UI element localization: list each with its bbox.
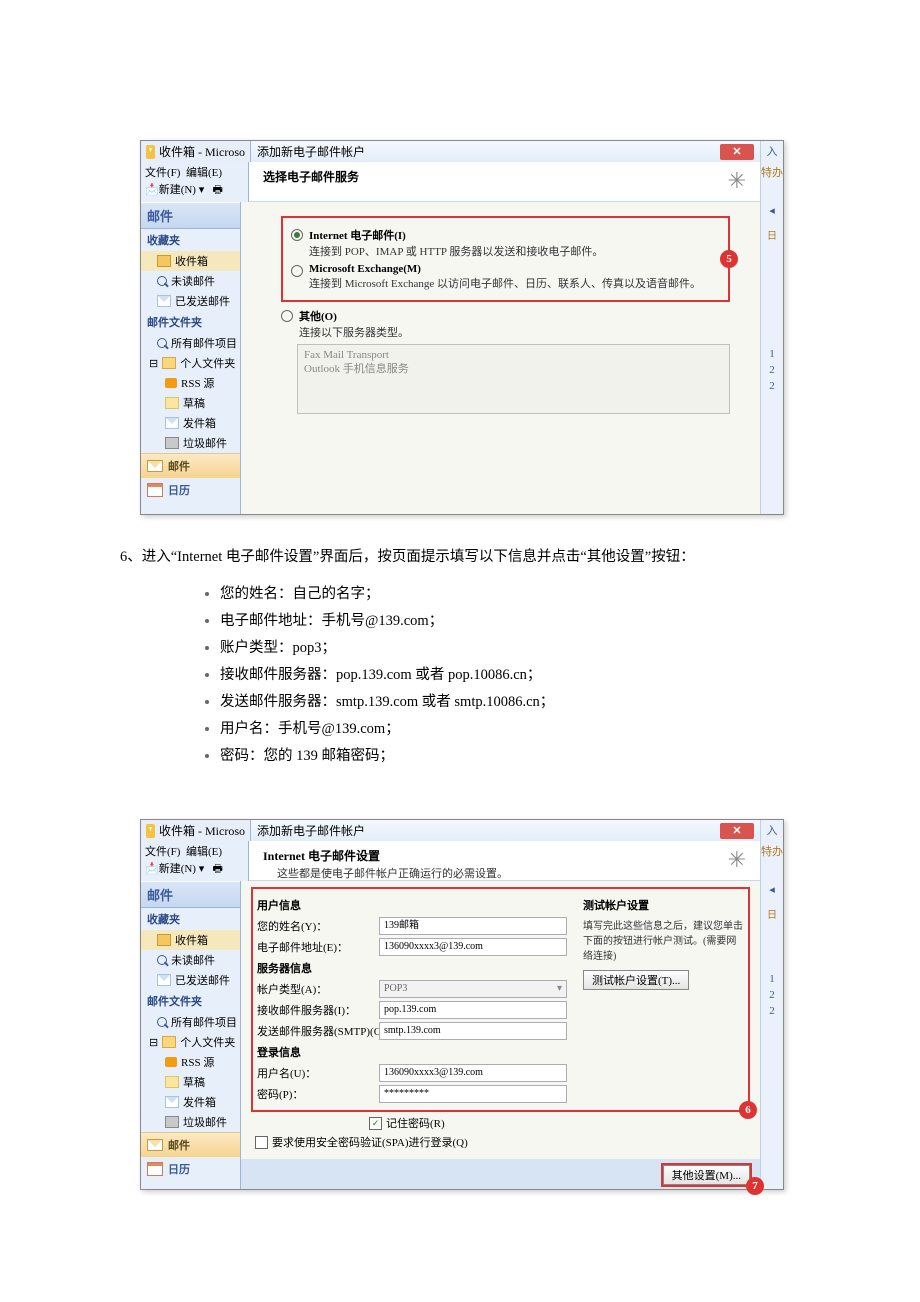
nav-item-inbox[interactable]: 收件箱 [141, 251, 240, 271]
nav-item-junk[interactable]: 垃圾邮件 [141, 433, 240, 453]
toolbar-new[interactable]: 📩新建(N) ▾ 🖶 [145, 184, 223, 196]
label-remember: 记住密码(R) [386, 1115, 445, 1131]
nav-item-outbox[interactable]: 发件箱 [141, 413, 240, 433]
nav-item-personal[interactable]: ⊟ 个人文件夹 [141, 353, 240, 373]
nav-item-unread[interactable]: 未读邮件 [141, 271, 240, 291]
nav-item-rss[interactable]: RSS 源 [141, 373, 240, 393]
dialog-header: 选择电子邮件服务 ✳ [249, 162, 760, 202]
outlook-icon-2 [146, 824, 155, 838]
radio-internet-email[interactable] [291, 229, 303, 241]
dialog-titlebar-2: 添加新电子邮件帐户 ✕ [251, 820, 760, 841]
side-label-1: 入 [767, 141, 778, 161]
nav-item-all[interactable]: 所有邮件项目 [141, 333, 240, 353]
option-internet-email[interactable]: Internet 电子邮件(I)连接到 POP、IMAP 或 HTTP 服务器以… [291, 227, 720, 259]
bullet-2: 电子邮件地址：手机号@139.com； [220, 613, 443, 629]
outlook-menubar: 文件(F) 编辑(E) 📩新建(N) ▾ 🖶 [141, 162, 249, 202]
outlook-title-text: 收件箱 - Microso [159, 143, 245, 160]
label-type: 帐户类型(A)： [257, 981, 379, 997]
label-recv: 接收邮件服务器(I)： [257, 1002, 379, 1018]
email-settings-form: 用户信息 您的姓名(Y)：139邮箱 电子邮件地址(E)：136090xxxx3… [241, 881, 760, 1159]
side-label-2: 特办 [761, 162, 783, 182]
instruction-bullets: 您的姓名：自己的名字； 电子邮件地址：手机号@139.com； 账户类型：pop… [180, 582, 800, 765]
side-tri: ◂ [769, 202, 775, 219]
option-exchange[interactable]: Microsoft Exchange(M)连接到 Microsoft Excha… [291, 263, 720, 291]
checkbox-spa[interactable] [255, 1136, 268, 1149]
input-recv-server[interactable]: pop.139.com [379, 1001, 567, 1019]
dialog-body: Internet 电子邮件(I)连接到 POP、IMAP 或 HTTP 服务器以… [241, 202, 760, 514]
outlook-icon [146, 145, 155, 159]
nav-section-favorites: 收藏夹 [141, 229, 240, 251]
input-password[interactable]: ********* [379, 1085, 567, 1103]
nav-button-calendar[interactable]: 日历 [141, 478, 240, 502]
highlight-box-7: 其他设置(M)... [661, 1163, 752, 1187]
screenshot-2: 收件箱 - Microso 添加新电子邮件帐户 ✕ 入 文件(F) 编辑(E) … [140, 819, 784, 1190]
outlook-titlebar: 收件箱 - Microso [141, 141, 251, 162]
nav-item-drafts[interactable]: 草稿 [141, 393, 240, 413]
section-login-info: 登录信息 [257, 1044, 567, 1060]
outlook-nav-pane-2: 邮件 收藏夹 收件箱 未读邮件 已发送邮件 邮件文件夹 所有邮件项目 ⊟ 个人文… [141, 881, 241, 1189]
nav-section-mail: 邮件 [141, 202, 240, 229]
section-server-info: 服务器信息 [257, 960, 567, 976]
step-badge-6: 6 [739, 1101, 757, 1119]
dialog-header-2: Internet 电子邮件设置 这些都是使电子邮件帐户正确运行的必需设置。 ✳ [249, 841, 760, 881]
nav-button-mail[interactable]: 邮件 [141, 453, 240, 478]
side-num-3: 2 [769, 378, 775, 394]
side-num-2: 2 [769, 362, 775, 378]
bullet-1: 您的姓名：自己的名字； [220, 586, 380, 602]
radio-other[interactable] [281, 310, 293, 322]
highlight-box-6: 用户信息 您的姓名(Y)：139邮箱 电子邮件地址(E)：136090xxxx3… [251, 887, 750, 1112]
bullet-6: 用户名：手机号@139.com； [220, 721, 400, 737]
bullet-5: 发送邮件服务器：smtp.139.com 或者 smtp.10086.cn； [220, 694, 554, 710]
test-description: 填写完此这些信息之后，建议您单击下面的按钮进行帐户测试。(需要网络连接) [583, 917, 744, 962]
input-name[interactable]: 139邮箱 [379, 917, 567, 935]
test-settings-button[interactable]: 测试帐户设置(T)... [583, 970, 689, 990]
cursor-icon: ✳ [728, 168, 746, 194]
dialog-heading: 选择电子邮件服务 [263, 170, 359, 184]
bullet-4: 接收邮件服务器：pop.139.com 或者 pop.10086.cn； [220, 667, 541, 683]
label-spa: 要求使用安全密码验证(SPA)进行登录(Q) [272, 1134, 468, 1150]
radio-exchange[interactable] [291, 265, 303, 277]
dialog-title-text: 添加新电子邮件帐户 [257, 143, 365, 160]
step-6-text: 6、进入“Internet 电子邮件设置”界面后，按页面提示填写以下信息并点击“… [120, 543, 810, 572]
outlook-nav-pane: 邮件 收藏夹 收件箱 未读邮件 已发送邮件 邮件文件夹 所有邮件项目 ⊟ 个人文… [141, 202, 241, 514]
step-badge-7: 7 [746, 1177, 764, 1195]
other-settings-button[interactable]: 其他设置(M)... [663, 1165, 750, 1185]
input-email[interactable]: 136090xxxx3@139.com [379, 938, 567, 956]
label-password: 密码(P)： [257, 1086, 379, 1102]
label-send: 发送邮件服务器(SMTP)(O)： [257, 1023, 379, 1039]
screenshot-1: 收件箱 - Microso 添加新电子邮件帐户 ✕ 入 文件(F) 编辑(E) … [140, 140, 784, 515]
label-email: 电子邮件地址(E)： [257, 939, 379, 955]
label-username: 用户名(U)： [257, 1065, 379, 1081]
select-account-type[interactable]: POP3 [379, 980, 567, 998]
menu-edit[interactable]: 编辑(E) [186, 167, 222, 179]
dialog-titlebar: 添加新电子邮件帐户 ✕ [251, 141, 760, 162]
highlight-box-5: Internet 电子邮件(I)连接到 POP、IMAP 或 HTTP 服务器以… [281, 216, 730, 302]
cursor-icon-2: ✳ [728, 847, 746, 873]
nav-item-sent[interactable]: 已发送邮件 [141, 291, 240, 311]
input-username[interactable]: 136090xxxx3@139.com [379, 1064, 567, 1082]
outlook-menubar-2: 文件(F) 编辑(E) 📩新建(N) ▾ 🖶 [141, 841, 249, 881]
close-button[interactable]: ✕ [720, 144, 754, 160]
bullet-7: 密码：您的 139 邮箱密码； [220, 748, 394, 764]
section-user-info: 用户信息 [257, 897, 567, 913]
option-other[interactable]: 其他(O)连接以下服务器类型。 [281, 308, 730, 340]
outlook-titlebar-2: 收件箱 - Microso [141, 820, 251, 841]
close-button-2[interactable]: ✕ [720, 823, 754, 839]
section-test: 测试帐户设置 [583, 897, 744, 913]
input-send-server[interactable]: smtp.139.com [379, 1022, 567, 1040]
menu-file[interactable]: 文件(F) [145, 167, 180, 179]
label-name: 您的姓名(Y)： [257, 918, 379, 934]
checkbox-remember[interactable]: ✓ [369, 1117, 382, 1130]
step-badge-5: 5 [720, 250, 738, 268]
bullet-3: 账户类型：pop3； [220, 640, 336, 656]
nav-section-folders: 邮件文件夹 [141, 311, 240, 333]
side-num-1: 1 [769, 346, 775, 362]
other-server-list: Fax Mail Transport Outlook 手机信息服务 [297, 344, 730, 414]
